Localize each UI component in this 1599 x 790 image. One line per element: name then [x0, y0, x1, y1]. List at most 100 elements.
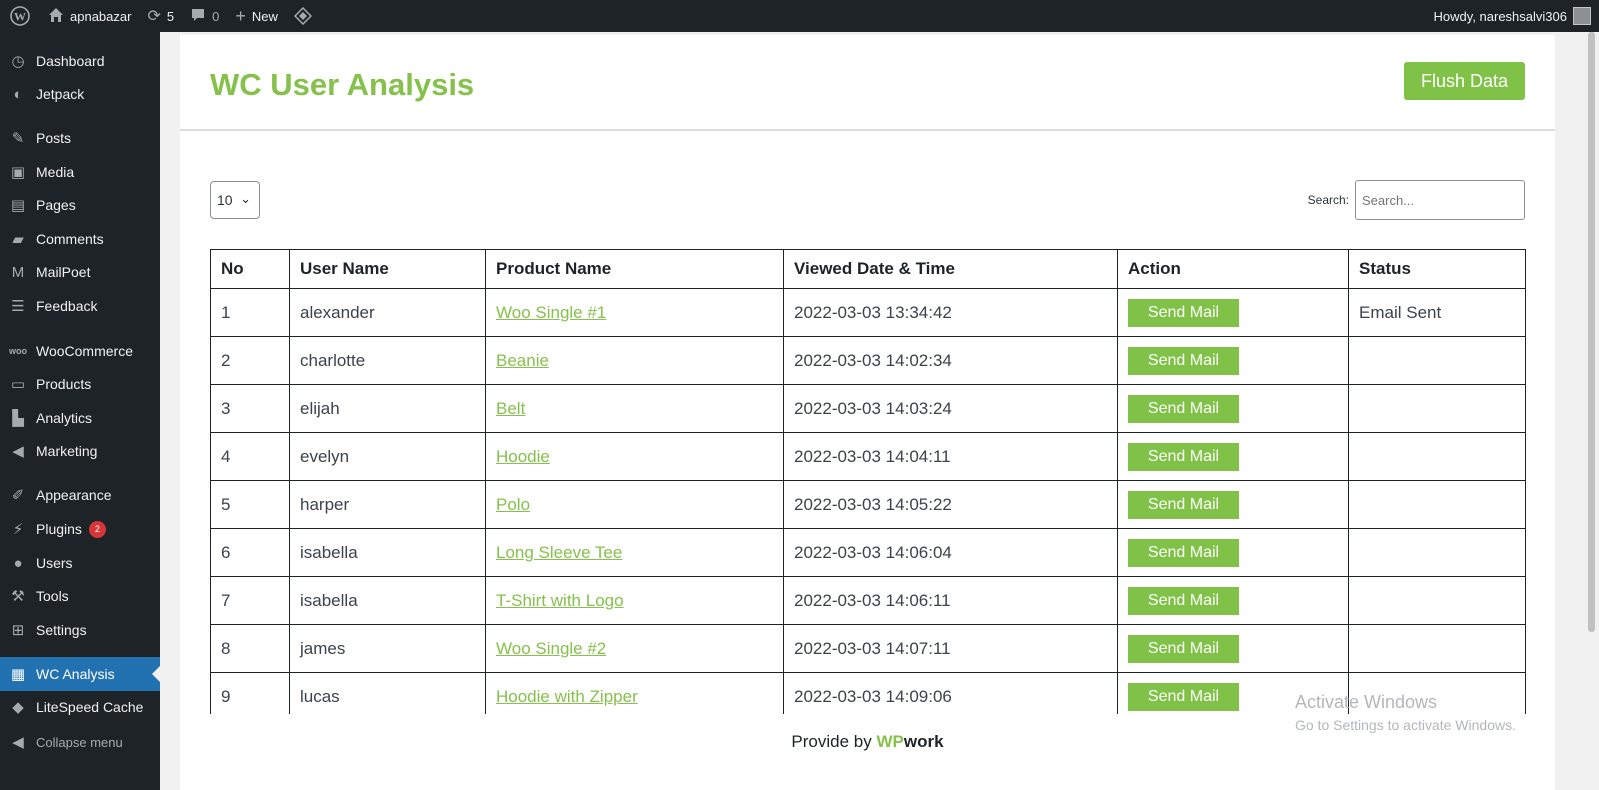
litespeed-toolbar-icon[interactable] — [286, 0, 320, 32]
send-mail-button[interactable]: Send Mail — [1128, 298, 1239, 327]
send-mail-button[interactable]: Send Mail — [1128, 682, 1239, 711]
my-account[interactable]: Howdy, nareshsalvi306 — [1434, 0, 1599, 32]
cell-user: james — [289, 624, 486, 673]
cell-no: 9 — [210, 672, 290, 714]
sidebar-item-label: MailPoet — [36, 264, 91, 280]
sidebar-item-appearance[interactable]: ✐ Appearance — [0, 478, 160, 512]
sidebar-item-label: Dashboard — [36, 53, 105, 69]
send-mail-button[interactable]: Send Mail — [1128, 634, 1239, 663]
table-row: 1 alexander Woo Single #1 2022-03-03 13:… — [210, 288, 1526, 337]
sidebar-item-settings[interactable]: ⊞ Settings — [0, 613, 160, 647]
product-link[interactable]: Polo — [496, 495, 530, 514]
sidebar-item-label: Jetpack — [36, 86, 85, 102]
column-header-viewed-date[interactable]: Viewed Date & Time — [783, 249, 1118, 289]
send-mail-button[interactable]: Send Mail — [1128, 586, 1239, 615]
sidebar-item-products[interactable]: ▭ Products — [0, 367, 160, 401]
sidebar-item-label: Plugins — [36, 521, 82, 537]
updates-icon: ⟳ — [147, 8, 161, 25]
send-mail-button[interactable]: Send Mail — [1128, 346, 1239, 375]
sidebar-item-comments[interactable]: ▰ Comments — [0, 222, 160, 256]
table-row: 6 isabella Long Sleeve Tee 2022-03-03 14… — [210, 528, 1526, 577]
sidebar-item-mailpoet[interactable]: M MailPoet — [0, 255, 160, 289]
sidebar-item-label: Media — [36, 164, 75, 180]
cell-action: Send Mail — [1117, 336, 1349, 385]
column-header-status[interactable]: Status — [1348, 249, 1526, 289]
sidebar-item-label: Settings — [36, 622, 87, 638]
sidebar-item-analytics[interactable]: ▙ Analytics — [0, 401, 160, 435]
product-link[interactable]: Beanie — [496, 351, 549, 370]
watermark-line-2: Go to Settings to activate Windows. — [1295, 717, 1516, 733]
wordpress-logo-icon[interactable]: W — [0, 0, 40, 32]
cell-date: 2022-03-03 14:07:11 — [783, 624, 1118, 673]
footer-brand-work: work — [903, 732, 944, 751]
id-card-icon: ▦ — [10, 666, 26, 683]
column-header-no[interactable]: No — [210, 249, 290, 289]
sidebar-item-users[interactable]: ● Users — [0, 546, 160, 580]
cell-date: 2022-03-03 14:04:11 — [783, 432, 1118, 481]
cell-date: 2022-03-03 14:06:04 — [783, 528, 1118, 577]
sidebar-item-woocommerce[interactable]: woo WooCommerce — [0, 334, 160, 368]
updates-link[interactable]: ⟳ 5 — [139, 0, 182, 32]
sidebar-item-tools[interactable]: ⚒ Tools — [0, 579, 160, 613]
table-row: 4 evelyn Hoodie 2022-03-03 14:04:11 Send… — [210, 432, 1526, 481]
sidebar-item-label: WooCommerce — [36, 343, 133, 359]
cell-user: alexander — [289, 288, 486, 337]
send-mail-button[interactable]: Send Mail — [1128, 394, 1239, 423]
greeting-text: Howdy, nareshsalvi306 — [1433, 8, 1567, 24]
send-mail-button[interactable]: Send Mail — [1128, 538, 1239, 567]
comments-count: 0 — [212, 8, 220, 24]
cell-status — [1348, 432, 1526, 481]
page-length-select[interactable]: 10 ⌄ — [210, 181, 260, 219]
plus-icon: + — [235, 5, 246, 26]
collapse-menu-button[interactable]: ◀ Collapse menu — [0, 725, 160, 759]
cell-action: Send Mail — [1117, 480, 1349, 529]
footer-credit: Provide by WPwork — [180, 732, 1555, 752]
site-name-link[interactable]: apnabazar — [40, 0, 139, 32]
sidebar-item-jetpack[interactable]: ◐ Jetpack — [0, 77, 160, 111]
table-row: 8 james Woo Single #2 2022-03-03 14:07:1… — [210, 624, 1526, 673]
column-header-product-name[interactable]: Product Name — [485, 249, 784, 289]
bar-chart-icon: ▙ — [12, 410, 24, 427]
mailpoet-icon: M — [11, 263, 25, 281]
column-header-user-name[interactable]: User Name — [289, 249, 486, 289]
cell-status — [1348, 624, 1526, 673]
comments-link[interactable]: 0 — [182, 0, 227, 32]
product-link[interactable]: Woo Single #2 — [496, 639, 606, 658]
product-link[interactable]: Hoodie with Zipper — [496, 687, 638, 706]
main-panel: WC User Analysis Flush Data 10 ⌄ Search:… — [180, 35, 1555, 790]
sidebar-item-media[interactable]: ▣ Media — [0, 155, 160, 189]
product-link[interactable]: Hoodie — [496, 447, 550, 466]
cell-no: 3 — [210, 384, 290, 433]
cell-no: 1 — [210, 288, 290, 337]
sidebar-item-wc-analysis[interactable]: ▦ WC Analysis — [0, 657, 160, 691]
table-row: 3 elijah Belt 2022-03-03 14:03:24 Send M… — [210, 384, 1526, 433]
sidebar-item-pages[interactable]: ▤ Pages — [0, 188, 160, 222]
page-scrollbar[interactable] — [1584, 32, 1599, 790]
cell-product: Long Sleeve Tee — [485, 528, 784, 577]
search-input[interactable] — [1355, 180, 1525, 220]
flush-data-button[interactable]: Flush Data — [1404, 62, 1525, 100]
pages-icon: ▤ — [10, 197, 26, 214]
product-link[interactable]: Long Sleeve Tee — [496, 543, 622, 562]
sidebar-item-feedback[interactable]: ☰ Feedback — [0, 289, 160, 323]
sidebar-item-plugins[interactable]: ⚡ Plugins 2 — [0, 512, 160, 546]
product-link[interactable]: Woo Single #1 — [496, 303, 606, 322]
scrollbar-thumb[interactable] — [1588, 32, 1595, 632]
cell-user: evelyn — [289, 432, 486, 481]
product-link[interactable]: T-Shirt with Logo — [496, 591, 624, 610]
cell-no: 8 — [210, 624, 290, 673]
column-header-action[interactable]: Action — [1117, 249, 1349, 289]
sidebar-item-posts[interactable]: ✎ Posts — [0, 121, 160, 155]
cell-product: Hoodie with Zipper — [485, 672, 784, 714]
sidebar-item-marketing[interactable]: ◀ Marketing — [0, 434, 160, 468]
cell-date: 2022-03-03 14:03:24 — [783, 384, 1118, 433]
sidebar-item-litespeed-cache[interactable]: ◆ LiteSpeed Cache — [0, 690, 160, 724]
product-link[interactable]: Belt — [496, 399, 525, 418]
search-label: Search: — [1307, 193, 1349, 207]
new-content-link[interactable]: + New — [227, 0, 286, 32]
jetpack-icon: ◐ — [13, 85, 23, 103]
sidebar-item-label: Pages — [36, 197, 76, 213]
send-mail-button[interactable]: Send Mail — [1128, 490, 1239, 519]
sidebar-item-dashboard[interactable]: ◷ Dashboard — [0, 44, 160, 78]
send-mail-button[interactable]: Send Mail — [1128, 442, 1239, 471]
